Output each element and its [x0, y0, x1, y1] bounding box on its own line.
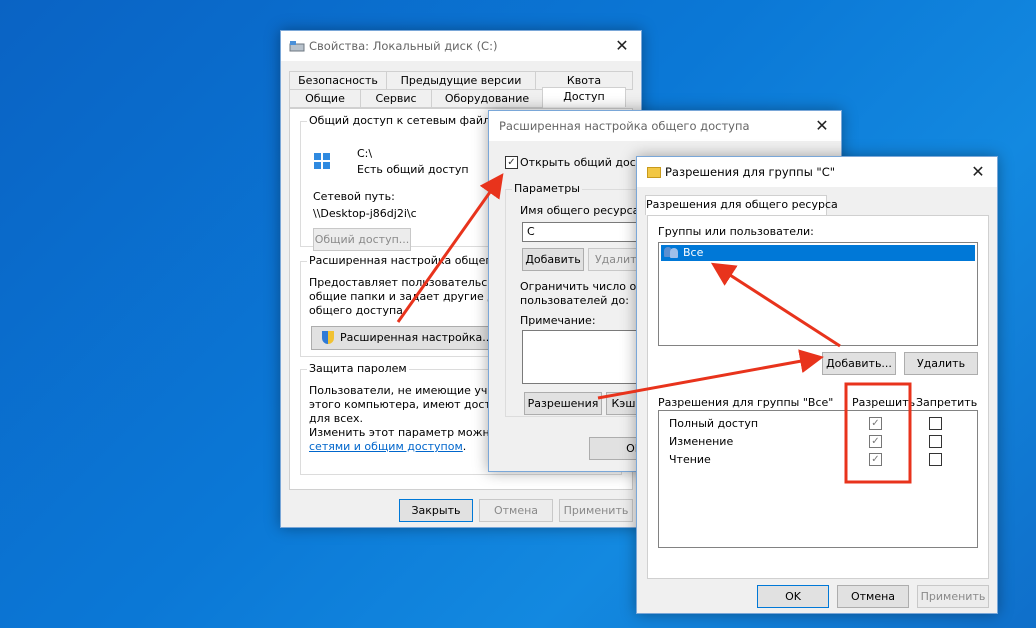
parameters-group: Параметры Имя общего ресурса: C Добавить… — [505, 182, 651, 417]
apply-button[interactable]: Применить — [917, 585, 989, 608]
password-desc-line4: Изменить этот параметр можно че — [309, 426, 514, 439]
remove-group-button[interactable]: Удалить — [904, 352, 978, 375]
permissions-tab-panel: Группы или пользователи: Все Добавить...… — [647, 215, 989, 579]
cancel-button[interactable]: Отмена — [479, 499, 553, 522]
apply-button[interactable]: Применить — [559, 499, 633, 522]
advanced-titlebar: Расширенная настройка общего доступа ✕ — [489, 111, 841, 141]
allow-read-checkbox[interactable]: ✓ — [869, 453, 882, 466]
permission-change-name: Изменение — [669, 435, 734, 448]
tab-hardware[interactable]: Оборудование — [431, 89, 543, 108]
network-path-value: \\Desktop-j86dj2i\c — [313, 207, 417, 220]
note-label: Примечание: — [520, 314, 596, 327]
allow-full-control-checkbox[interactable]: ✓ — [869, 417, 882, 430]
ok-button[interactable]: OK — [757, 585, 829, 608]
deny-change-checkbox[interactable] — [929, 435, 942, 448]
limit-users-line1: Ограничить число одн — [520, 280, 652, 293]
network-center-link-tail: . — [462, 440, 467, 453]
deny-read-checkbox[interactable] — [929, 453, 942, 466]
drive-share-icon — [314, 153, 330, 169]
password-desc-line2: этого компьютера, имеют доступ к — [309, 398, 515, 411]
advanced-desc-line1: Предоставляет пользовательске — [309, 276, 501, 289]
add-group-button[interactable]: Добавить... — [822, 352, 896, 375]
folder-icon — [647, 167, 661, 178]
permissions-button[interactable]: Разрешения — [524, 392, 602, 415]
cancel-button[interactable]: Отмена — [837, 585, 909, 608]
share-name-label: Имя общего ресурса: — [520, 204, 644, 217]
uac-shield-icon — [322, 331, 334, 344]
permissions-titlebar: Разрешения для группы "C" ✕ — [637, 157, 997, 187]
advanced-desc-line3: общего доступа. — [309, 304, 407, 317]
close-button[interactable]: Закрыть — [399, 499, 473, 522]
permission-full-control-name: Полный доступ — [669, 417, 759, 430]
users-icon-second — [670, 248, 678, 258]
permissions-list: Полный доступ ✓ Изменение ✓ Чтение ✓ — [658, 410, 978, 548]
deny-full-control-checkbox[interactable] — [929, 417, 942, 430]
groups-label: Группы или пользователи: — [658, 225, 814, 238]
limit-users-line2: пользователей до: — [520, 294, 629, 307]
close-icon[interactable]: ✕ — [967, 161, 989, 183]
tab-security[interactable]: Безопасность — [289, 71, 387, 90]
advanced-sharing-button[interactable]: Расширенная настройка... — [311, 326, 493, 350]
password-protection-caption: Защита паролем — [307, 362, 409, 375]
permission-read-name: Чтение — [669, 453, 711, 466]
group-list-item[interactable]: Все — [661, 245, 975, 261]
advanced-title: Расширенная настройка общего доступа — [499, 119, 750, 133]
network-center-link[interactable]: сетями и общим доступом — [309, 440, 463, 453]
password-desc-line1: Пользователи, не имеющие учетно — [309, 384, 515, 397]
parameters-caption: Параметры — [512, 182, 582, 195]
tab-sharing[interactable]: Доступ — [542, 87, 626, 107]
advanced-sharing-button-label: Расширенная настройка... — [340, 331, 493, 344]
close-icon[interactable]: ✕ — [611, 35, 633, 57]
permissions-title: Разрешения для группы "C" — [665, 165, 836, 179]
tab-share-permissions[interactable]: Разрешения для общего ресурса — [645, 195, 838, 215]
share-status: Есть общий доступ — [357, 163, 469, 176]
share-name-value: C — [527, 225, 535, 238]
tab-tools[interactable]: Сервис — [360, 89, 432, 108]
properties-titlebar: Свойства: Локальный диск (C:) ✕ — [281, 31, 641, 61]
allow-header: Разрешить — [852, 396, 916, 409]
drive-name: C:\ — [357, 147, 373, 160]
note-textarea[interactable] — [522, 330, 644, 384]
network-path-label: Сетевой путь: — [313, 190, 395, 203]
allow-change-checkbox[interactable]: ✓ — [869, 435, 882, 448]
tab-previous-versions[interactable]: Предыдущие версии — [386, 71, 536, 90]
share-folder-checkbox[interactable]: ✓ — [505, 156, 518, 169]
share-name-input[interactable]: C — [522, 222, 642, 242]
permissions-window: Разрешения для группы "C" ✕ Группы или п… — [636, 156, 998, 614]
advanced-sharing-caption: Расширенная настройка общего до — [307, 254, 518, 267]
drive-icon — [289, 41, 305, 52]
permissions-for-label: Разрешения для группы "Все" — [658, 396, 834, 409]
close-icon[interactable]: ✕ — [811, 115, 833, 137]
add-share-button[interactable]: Добавить — [522, 248, 584, 271]
password-desc-line3: для всех. — [309, 412, 364, 425]
deny-header: Запретить — [916, 396, 978, 409]
share-button[interactable]: Общий доступ... — [313, 228, 411, 251]
network-center-text: сетями и общим доступом. — [309, 440, 466, 453]
groups-listbox[interactable]: Все — [658, 242, 978, 346]
tab-general[interactable]: Общие — [289, 89, 361, 108]
properties-title: Свойства: Локальный диск (C:) — [309, 39, 498, 53]
group-name: Все — [683, 246, 704, 259]
network-share-caption: Общий доступ к сетевым файлам и — [307, 114, 518, 127]
